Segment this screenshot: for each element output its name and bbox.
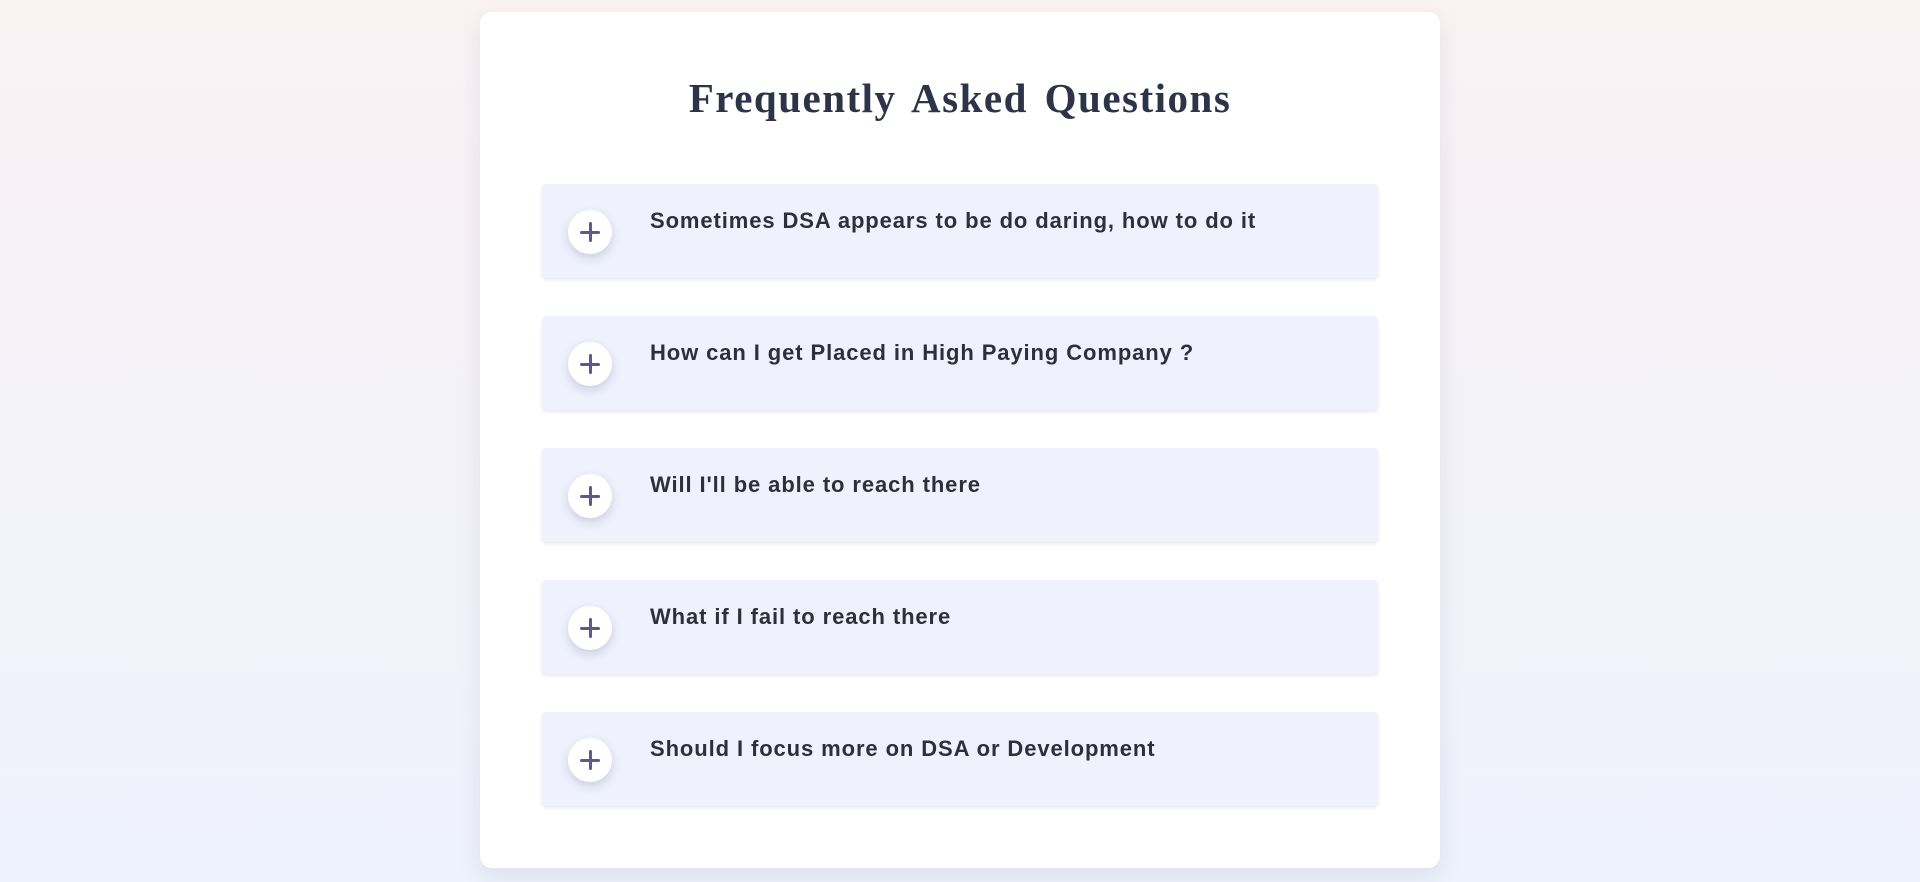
plus-icon — [580, 354, 600, 374]
expand-button[interactable] — [568, 210, 612, 254]
plus-icon — [580, 486, 600, 506]
faq-item[interactable]: How can I get Placed in High Paying Comp… — [542, 316, 1378, 410]
faq-item[interactable]: Will I'll be able to reach there — [542, 448, 1378, 542]
faq-question: How can I get Placed in High Paying Comp… — [650, 340, 1195, 365]
plus-icon — [580, 618, 600, 638]
faq-question: Will I'll be able to reach there — [650, 472, 981, 497]
plus-icon — [580, 222, 600, 242]
expand-button[interactable] — [568, 474, 612, 518]
expand-button[interactable] — [568, 738, 612, 782]
faq-question: Sometimes DSA appears to be do daring, h… — [650, 208, 1257, 233]
faq-item[interactable]: What if I fail to reach there — [542, 580, 1378, 674]
faq-question: What if I fail to reach there — [650, 604, 952, 629]
faq-list: Sometimes DSA appears to be do daring, h… — [542, 184, 1378, 844]
faq-item[interactable]: Sometimes DSA appears to be do daring, h… — [542, 184, 1378, 278]
page-title: Frequently Asked Questions — [688, 75, 1232, 121]
faq-question: Should I focus more on DSA or Developmen… — [650, 736, 1156, 761]
expand-button[interactable] — [568, 606, 612, 650]
plus-icon — [580, 750, 600, 770]
faq-item[interactable]: Should I focus more on DSA or Developmen… — [542, 712, 1378, 806]
expand-button[interactable] — [568, 342, 612, 386]
faq-card: Frequently Asked Questions Sometimes DSA… — [480, 12, 1440, 868]
